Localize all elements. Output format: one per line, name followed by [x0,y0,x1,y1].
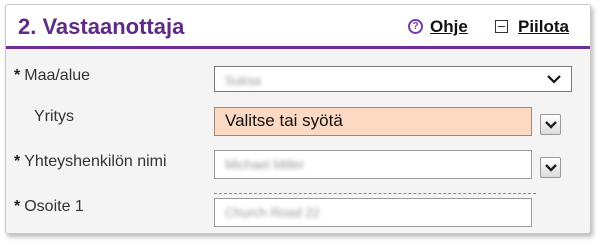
contact-dropdown-button[interactable] [540,157,561,178]
company-input[interactable]: Valitse tai syötä [214,107,532,136]
company-label: Yritys [34,108,74,125]
collapse-icon[interactable] [495,20,508,33]
contact-name-label: * Yhteyshenkilön nimi [14,153,167,171]
company-dropdown-button[interactable] [540,114,561,135]
address1-label-text: Osoite 1 [24,198,84,215]
panel-header: 2. Vastaanottaja ? Ohje Piilota [6,5,590,49]
recipient-panel: 2. Vastaanottaja ? Ohje Piilota * Maa/alu… [5,4,591,234]
country-label: * Maa/alue [14,67,90,85]
country-label-text: Maa/alue [24,67,91,84]
address1-value: Church Road 22 [225,205,320,220]
contact-name-label-text: Yhteyshenkilön nimi [24,153,167,170]
contact-name-value: Michael Miller [225,157,305,172]
panel-title: 2. Vastaanottaja [18,14,185,39]
chevron-down-icon [545,164,557,172]
chevron-down-icon [547,75,561,84]
country-select-value: Suksa [225,73,262,88]
required-mark: * [14,198,21,215]
section-divider [214,193,536,194]
hide-link[interactable]: Piilota [518,17,569,37]
country-select[interactable]: Suksa [214,66,572,92]
help-icon[interactable]: ? [408,19,423,34]
help-link[interactable]: Ohje [430,17,468,37]
required-mark: * [14,153,21,170]
contact-name-input[interactable]: Michael Miller [214,150,532,179]
address1-input[interactable]: Church Road 22 [214,198,532,227]
required-mark: * [14,67,21,84]
address1-label: * Osoite 1 [14,198,84,216]
company-input-placeholder: Valitse tai syötä [225,111,343,130]
chevron-down-icon [545,121,557,129]
